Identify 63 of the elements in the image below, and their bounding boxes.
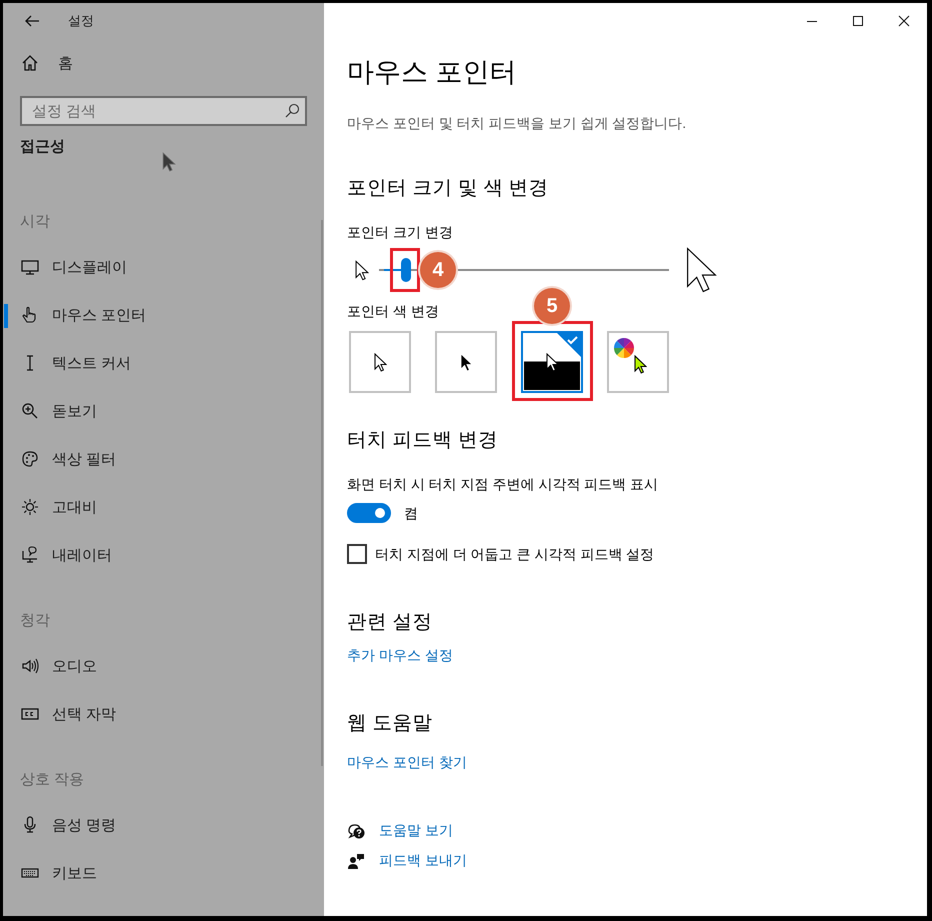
step-badge: 5 <box>534 288 570 324</box>
nav-item[interactable]: 텍스트 커서 <box>3 339 280 387</box>
size-label: 포인터 크기 변경 <box>347 224 453 240</box>
scrollbar[interactable] <box>321 220 323 766</box>
group-header: 상호 작용 <box>20 770 84 790</box>
nav-item[interactable]: 디스플레이 <box>3 243 280 291</box>
checkbox[interactable] <box>347 544 367 564</box>
mouse-cursor-icon <box>162 152 176 172</box>
palette-icon <box>20 449 40 469</box>
section-title: 접근성 <box>20 136 65 156</box>
group-header: 청각 <box>20 611 50 631</box>
toggle-switch[interactable] <box>347 503 391 523</box>
pointer-color-option[interactable] <box>349 331 411 393</box>
magnifier-icon <box>20 401 40 421</box>
nav-item[interactable]: 내레이터 <box>3 531 280 579</box>
section-heading: 터치 피드백 변경 <box>347 429 498 451</box>
home-nav-item[interactable]: 홈 <box>3 39 324 87</box>
nav-item[interactable]: 색상 필터 <box>3 435 280 483</box>
speaker-icon <box>20 656 40 676</box>
link[interactable]: 마우스 포인터 찾기 <box>347 754 467 770</box>
small-pointer-icon <box>355 260 369 280</box>
color-wheel-icon <box>614 338 634 358</box>
step-badge: 4 <box>420 252 456 288</box>
window-title: 설정 <box>68 12 94 30</box>
maximize-icon <box>852 15 864 27</box>
pointer-icon <box>374 352 386 372</box>
section-heading: 웹 도움말 <box>347 712 432 734</box>
section-heading: 관련 설정 <box>347 611 432 633</box>
page-description: 마우스 포인터 및 터치 피드백을 보기 쉽게 설정합니다. <box>347 115 686 131</box>
nav-item[interactable]: 마우스 포인터 <box>3 291 280 339</box>
pointer-icon <box>634 355 647 374</box>
nav-item[interactable]: 음성 명령 <box>3 801 280 849</box>
checkbox-label: 터치 지점에 더 어둡고 큰 시각적 피드백 설정 <box>375 545 654 564</box>
narrator-icon <box>20 545 40 565</box>
nav-item[interactable]: 돋보기 <box>3 387 280 435</box>
person-feedback-icon <box>347 852 365 870</box>
color-label: 포인터 색 변경 <box>347 303 439 319</box>
pointer-icon <box>460 352 472 372</box>
nav-item[interactable]: 선택 자막 <box>3 690 280 738</box>
slider-thumb[interactable] <box>401 258 412 282</box>
section-heading: 포인터 크기 및 색 변경 <box>347 177 549 199</box>
close-icon <box>898 15 910 27</box>
link[interactable]: 피드백 보내기 <box>379 852 467 870</box>
pointer-icon <box>546 352 558 372</box>
pointer-color-option[interactable] <box>607 331 669 393</box>
link[interactable]: 도움말 보기 <box>379 822 453 840</box>
nav-item[interactable]: 고대비 <box>3 483 280 531</box>
checkmark-icon <box>557 333 581 357</box>
search-field[interactable]: 설정 검색 <box>20 96 307 126</box>
link[interactable]: 추가 마우스 설정 <box>347 647 453 663</box>
nav-item[interactable]: 오디오 <box>3 642 280 690</box>
sun-icon <box>20 497 40 517</box>
nav-item[interactable]: 키보드 <box>3 849 280 897</box>
group-header: 시각 <box>20 212 50 232</box>
toggle-label: 화면 터치 시 터치 지점 주변에 시각적 피드백 표시 <box>347 476 658 492</box>
back-arrow-icon <box>24 13 40 29</box>
search-icon <box>284 103 300 119</box>
help-bubble-icon <box>347 822 365 840</box>
page-title: 마우스 포인터 <box>347 56 517 89</box>
home-icon <box>20 53 40 73</box>
toggle-state: 켬 <box>404 504 418 523</box>
large-pointer-icon <box>685 246 718 294</box>
pointer-color-option[interactable] <box>435 331 497 393</box>
